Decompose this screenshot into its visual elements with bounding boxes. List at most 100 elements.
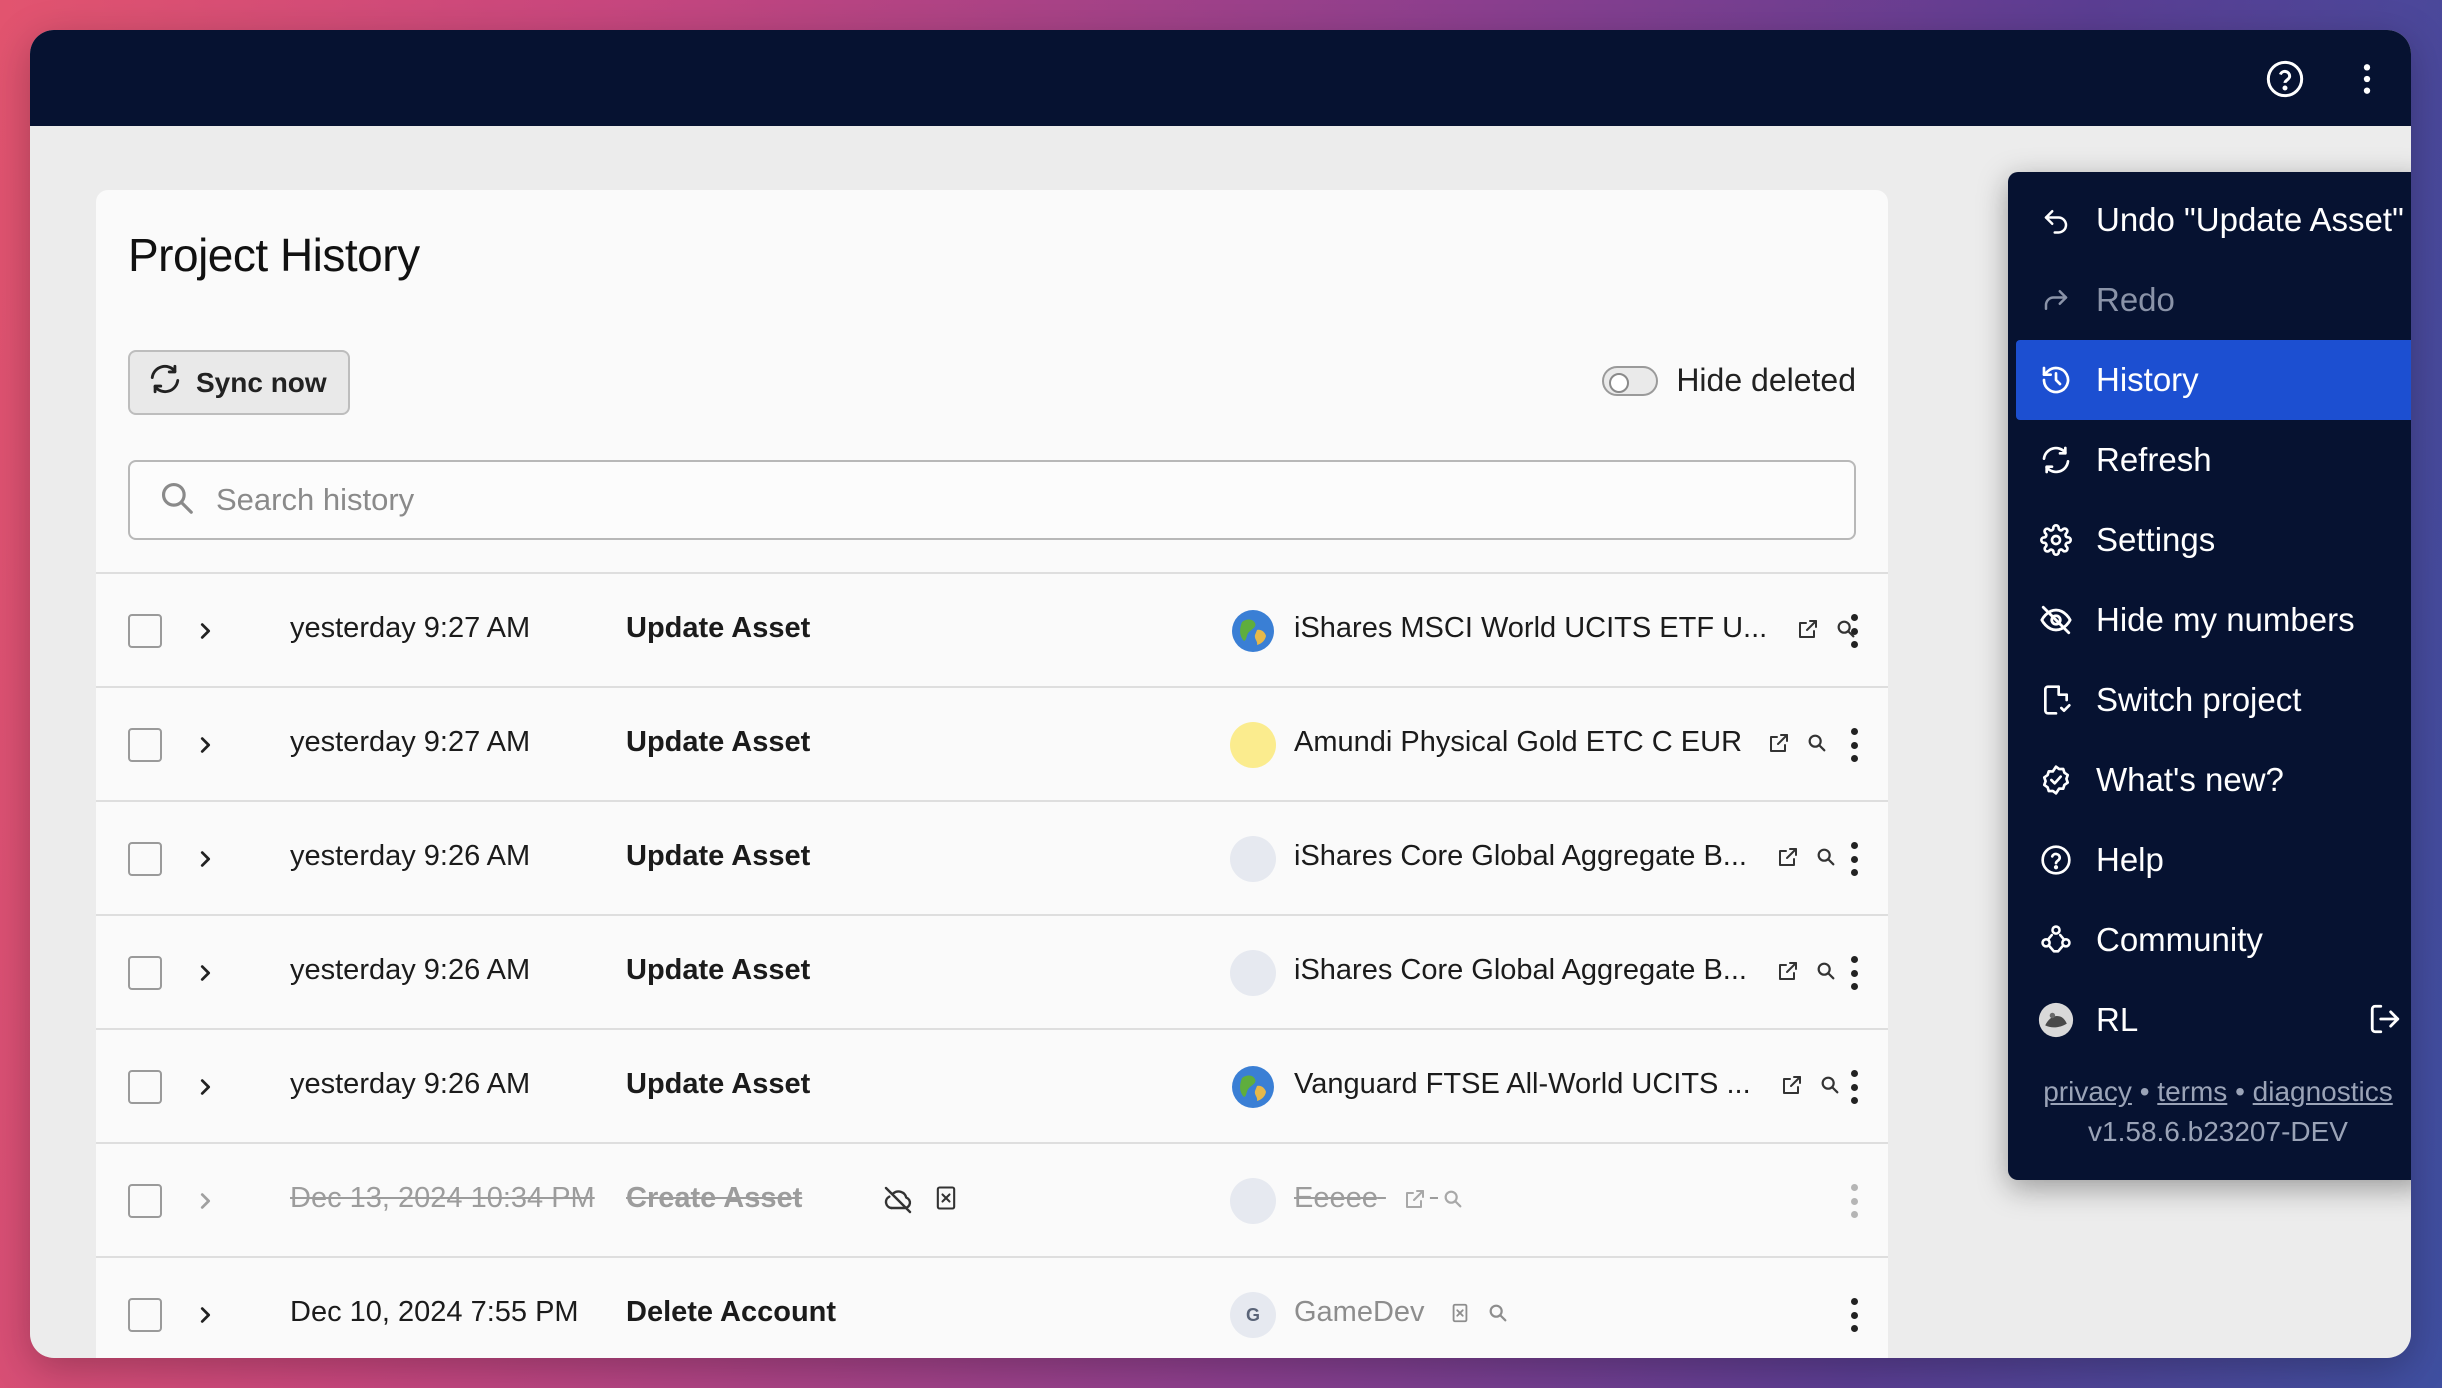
chevron-right-icon[interactable] [188,842,222,876]
search-icon[interactable] [1811,842,1841,872]
row-checkbox[interactable] [128,842,162,876]
letter-avatar: G [1230,1292,1276,1338]
chevron-right-icon[interactable] [188,1070,222,1104]
search-icon[interactable] [1802,728,1832,758]
row-more-icon[interactable] [1844,838,1864,880]
external-link-icon[interactable] [1764,728,1794,758]
hide-deleted-control[interactable]: Hide deleted [1602,362,1856,399]
row-more-icon[interactable] [1844,952,1864,994]
search-icon[interactable] [1438,1184,1468,1214]
external-link-icon[interactable] [1793,614,1823,644]
menu-item-label: RL [2096,1001,2139,1038]
more-vertical-icon[interactable] [2346,58,2388,100]
chevron-right-icon[interactable] [188,956,222,990]
history-list: yesterday 9:27 AM Update Asset iShares M… [96,572,1888,1358]
history-row[interactable]: yesterday 9:26 AM Update Asset iShares C… [96,914,1888,1028]
hide-deleted-label: Hide deleted [1676,362,1856,398]
row-asset-name[interactable]: iShares MSCI World UCITS ETF U... [1294,612,1861,645]
row-more-icon[interactable] [1844,1180,1864,1222]
menu-item-whats-new[interactable]: What's new? [2016,740,2411,820]
chevron-right-icon[interactable] [188,1184,222,1218]
row-checkbox[interactable] [128,1070,162,1104]
row-action: Update Asset [626,954,811,986]
menu-item-label: Switch project [2096,681,2302,718]
menu-item-hide-numbers[interactable]: Hide my numbers [2016,580,2411,660]
menu-item-community[interactable]: Community [2016,900,2411,980]
history-row[interactable]: yesterday 9:26 AM Update Asset Vanguard … [96,1028,1888,1142]
search-icon [158,479,196,522]
app-window: Project History Sync now Hide deleted ye… [30,30,2411,1358]
row-checkbox[interactable] [128,1184,162,1218]
version-label: v1.58.6.b23207-DEV [2088,1116,2348,1147]
delete-box-icon [932,1184,960,1221]
blank-avatar-icon [1230,1178,1276,1224]
external-link-icon[interactable] [1773,956,1803,986]
hide-deleted-toggle[interactable] [1602,365,1659,396]
external-link-icon[interactable] [1773,842,1803,872]
menu-item-label: Undo "Update Asset" [2096,201,2404,238]
search-input[interactable] [216,482,1716,518]
search-icon[interactable] [1483,1298,1513,1328]
row-more-icon[interactable] [1844,1294,1864,1336]
row-checkbox[interactable] [128,956,162,990]
logout-icon[interactable] [2368,1002,2402,1044]
diagnostics-link[interactable]: diagnostics [2253,1076,2393,1107]
badge-check-icon [2038,762,2074,798]
menu-item-settings[interactable]: Settings [2016,500,2411,580]
row-checkbox[interactable] [128,1298,162,1332]
footer-separator: • [2235,1076,2245,1107]
row-asset-name[interactable]: iShares Core Global Aggregate B... [1294,954,1841,987]
menu-item-undo[interactable]: Undo "Update Asset" [2016,180,2411,260]
row-asset-name[interactable]: Vanguard FTSE All-World UCITS ... [1294,1068,1845,1101]
history-row[interactable]: Dec 10, 2024 7:55 PM Delete Account G Ga… [96,1256,1888,1358]
menu-item-redo[interactable]: Redo [2016,260,2411,340]
history-row[interactable]: yesterday 9:27 AM Update Asset iShares M… [96,572,1888,686]
row-asset-name[interactable]: Amundi Physical Gold ETC C EUR [1294,726,1832,759]
sync-now-label: Sync now [196,366,327,398]
menu-item-label: Help [2096,841,2164,878]
external-link-icon[interactable] [1777,1070,1807,1100]
history-icon [2038,362,2074,398]
chevron-right-icon[interactable] [188,614,222,648]
terms-link[interactable]: terms [2157,1076,2227,1107]
chevron-right-icon[interactable] [188,1298,222,1332]
menu-item-switch-project[interactable]: Switch project [2016,660,2411,740]
eye-off-icon [2038,602,2074,638]
footer-separator: • [2139,1076,2150,1107]
search-box[interactable] [128,460,1856,540]
menu-item-label: Refresh [2096,441,2212,478]
row-action: Update Asset [626,726,811,758]
external-link-icon[interactable] [1400,1184,1430,1214]
history-row[interactable]: yesterday 9:27 AM Update Asset Amundi Ph… [96,686,1888,800]
row-date: yesterday 9:27 AM [290,726,531,758]
row-asset-name[interactable]: iShares Core Global Aggregate B... [1294,840,1841,873]
history-row-deleted[interactable]: Dec 13, 2024 10:34 PM Create Asset Eeeee [96,1142,1888,1256]
blank-avatar-icon [1230,836,1276,882]
menu-item-label: Hide my numbers [2096,601,2355,638]
row-asset-name[interactable]: GameDev [1294,1296,1513,1329]
row-checkbox[interactable] [128,614,162,648]
refresh-icon [2038,442,2074,478]
search-icon[interactable] [1811,956,1841,986]
menu-item-refresh[interactable]: Refresh [2016,420,2411,500]
community-icon [2038,922,2074,958]
search-icon[interactable] [1815,1070,1845,1100]
sync-now-button[interactable]: Sync now [128,350,350,415]
menu-item-user[interactable]: RL [2016,980,2411,1060]
help-circle-icon[interactable] [2264,58,2306,100]
menu-item-help[interactable]: Help [2016,820,2411,900]
redo-icon [2038,282,2074,318]
row-checkbox[interactable] [128,728,162,762]
top-bar [30,30,2411,126]
row-more-icon[interactable] [1844,724,1864,766]
privacy-link[interactable]: privacy [2043,1076,2132,1107]
row-asset-name[interactable]: Eeeee [1294,1182,1468,1215]
row-more-icon[interactable] [1844,1066,1864,1108]
menu-item-history[interactable]: History [2016,340,2411,420]
row-more-icon[interactable] [1844,610,1864,652]
chevron-right-icon[interactable] [188,728,222,762]
help-circle-icon [2038,842,2074,878]
menu-item-label: Community [2096,921,2263,958]
gold-avatar-icon [1230,722,1276,768]
history-row[interactable]: yesterday 9:26 AM Update Asset iShares C… [96,800,1888,914]
